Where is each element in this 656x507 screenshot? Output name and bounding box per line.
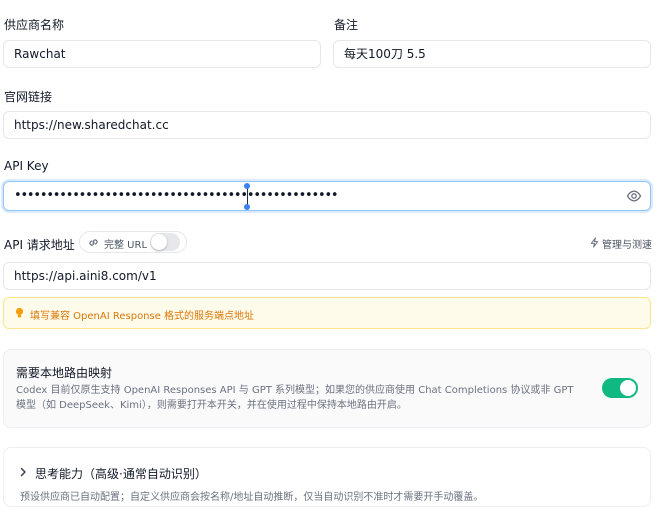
- full-url-switch[interactable]: [150, 233, 180, 251]
- eye-icon[interactable]: [626, 188, 642, 204]
- api-key-label: API Key: [4, 159, 49, 173]
- website-input[interactable]: https://new.sharedchat.cc: [3, 111, 651, 139]
- thinking-card: 思考能力（高级·通常自动识别） 预设供应商已自动配置；自定义供应商会按名称/地址…: [3, 447, 651, 507]
- full-url-toggle-pill[interactable]: 完整 URL: [79, 231, 187, 253]
- selection-handle-bottom[interactable]: [244, 204, 250, 210]
- local-routing-description: Codex 目前仅原生支持 OpenAI Responses API 与 GPT…: [16, 385, 574, 411]
- thinking-description: 预设供应商已自动配置；自定义供应商会按名称/地址自动推断，仅当自动识别不准时才需…: [20, 492, 484, 503]
- api-key-input[interactable]: ••••••••••••••••••••••••••••••••••••••••…: [3, 181, 651, 211]
- link-icon: [89, 239, 98, 246]
- endpoint-label: API 请求地址: [4, 238, 75, 252]
- note-label: 备注: [334, 18, 359, 32]
- local-routing-switch[interactable]: [602, 378, 638, 398]
- lightning-icon: [590, 237, 599, 248]
- local-routing-title: 需要本地路由映射: [16, 366, 113, 380]
- lightbulb-icon: [15, 307, 24, 318]
- provider-name-input[interactable]: Rawchat: [3, 40, 321, 68]
- endpoint-hint-box: 填写兼容 OpenAI Response 格式的服务端点地址: [3, 297, 651, 329]
- selection-handle-top[interactable]: [244, 183, 250, 189]
- note-input[interactable]: 每天100刀 5.5: [333, 40, 651, 68]
- chevron-right-icon[interactable]: [18, 467, 28, 477]
- provider-name-label: 供应商名称: [4, 18, 65, 32]
- manage-speedtest-link[interactable]: 管理与测速: [602, 236, 652, 251]
- local-routing-card: 需要本地路由映射 Codex 目前仅原生支持 OpenAI Responses …: [3, 349, 651, 428]
- website-label: 官网链接: [4, 90, 53, 104]
- endpoint-hint-text: 填写兼容 OpenAI Response 格式的服务端点地址: [30, 311, 255, 322]
- thinking-title[interactable]: 思考能力（高级·通常自动识别）: [35, 465, 207, 482]
- api-key-masked-value: ••••••••••••••••••••••••••••••••••••••••…: [14, 188, 339, 203]
- endpoint-input[interactable]: https://api.aini8.com/v1: [3, 262, 651, 290]
- full-url-label: 完整 URL: [104, 240, 148, 251]
